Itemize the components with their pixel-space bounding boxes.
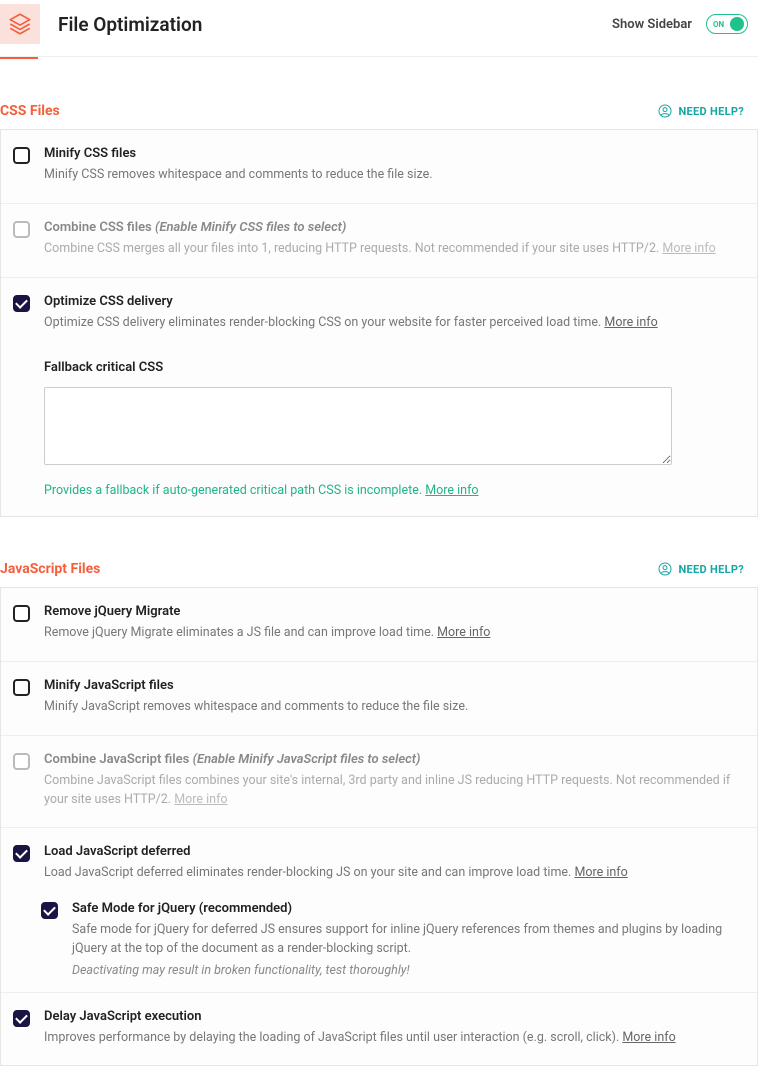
more-info-link[interactable]: More info <box>425 483 478 498</box>
checkbox-remove-jquery-migrate[interactable] <box>13 605 30 622</box>
option-desc: Combine JavaScript files combines your s… <box>44 772 743 810</box>
fallback-block: Fallback critical CSS Provides a fallbac… <box>44 360 743 498</box>
option-optimize-css: Optimize CSS delivery Optimize CSS deliv… <box>1 278 757 517</box>
section-head-css: CSS Files NEED HELP? <box>0 103 758 119</box>
option-desc-text: Improves performance by delaying the loa… <box>44 1030 619 1045</box>
layers-icon <box>7 11 33 37</box>
checkbox-minify-js[interactable] <box>13 679 30 696</box>
option-hint: (Enable Minify JavaScript files to selec… <box>193 752 421 767</box>
safe-mode-warning: Deactivating may result in broken functi… <box>72 963 743 978</box>
checkbox-minify-css[interactable] <box>13 147 30 164</box>
more-info-link[interactable]: More info <box>437 625 490 640</box>
option-load-js-deferred: Load JavaScript deferred Load JavaScript… <box>1 828 757 883</box>
option-minify-js: Minify JavaScript files Minify JavaScrip… <box>1 662 757 736</box>
toggle-on-text: ON <box>713 20 724 29</box>
fallback-critical-css-input[interactable] <box>44 387 672 465</box>
fallback-note: Provides a fallback if auto-generated cr… <box>44 483 743 498</box>
css-panel: Minify CSS files Minify CSS removes whit… <box>0 129 758 517</box>
option-title: Minify JavaScript files <box>44 678 743 693</box>
section-head-js: JavaScript Files NEED HELP? <box>0 561 758 577</box>
option-desc: Load JavaScript deferred eliminates rend… <box>44 864 743 883</box>
app-logo <box>0 4 40 44</box>
option-title-text: Combine JavaScript files <box>44 752 189 767</box>
page-header: File Optimization Show Sidebar ON <box>0 0 758 57</box>
option-desc-text: Optimize CSS delivery eliminates render-… <box>44 315 601 330</box>
option-safe-mode-jquery: Safe Mode for jQuery (recommended) Safe … <box>1 883 757 993</box>
option-title: Load JavaScript deferred <box>44 844 743 859</box>
need-help-js[interactable]: NEED HELP? <box>657 561 745 577</box>
header-right: Show Sidebar ON <box>612 14 748 34</box>
more-info-link[interactable]: More info <box>174 792 227 807</box>
help-icon <box>657 561 673 577</box>
fallback-label: Fallback critical CSS <box>44 360 743 375</box>
option-hint: (Enable Minify CSS files to select) <box>155 220 346 235</box>
more-info-link[interactable]: More info <box>622 1030 675 1045</box>
option-desc: Improves performance by delaying the loa… <box>44 1029 743 1048</box>
more-info-link[interactable]: More info <box>662 241 715 256</box>
option-title: Combine JavaScript files (Enable Minify … <box>44 752 743 767</box>
option-title-text: Combine CSS files <box>44 220 152 235</box>
option-remove-jquery-migrate: Remove jQuery Migrate Remove jQuery Migr… <box>1 588 757 662</box>
show-sidebar-toggle[interactable]: ON <box>706 14 748 34</box>
help-icon <box>657 103 673 119</box>
show-sidebar-label: Show Sidebar <box>612 17 692 32</box>
checkbox-combine-css <box>13 221 30 238</box>
fallback-note-text: Provides a fallback if auto-generated cr… <box>44 483 422 498</box>
option-desc-text: Load JavaScript deferred eliminates rend… <box>44 865 571 880</box>
option-combine-js: Combine JavaScript files (Enable Minify … <box>1 736 757 829</box>
option-title: Minify CSS files <box>44 146 743 161</box>
option-title: Delay JavaScript execution <box>44 1009 743 1024</box>
page-title: File Optimization <box>58 13 202 36</box>
toggle-knob <box>730 17 744 31</box>
more-info-link[interactable]: More info <box>604 315 657 330</box>
option-desc: Remove jQuery Migrate eliminates a JS fi… <box>44 624 743 643</box>
more-info-link[interactable]: More info <box>574 865 627 880</box>
option-title: Remove jQuery Migrate <box>44 604 743 619</box>
option-title: Optimize CSS delivery <box>44 294 743 309</box>
section-title-css: CSS Files <box>0 103 60 119</box>
option-desc: Safe mode for jQuery for deferred JS ens… <box>72 921 743 959</box>
option-desc: Combine CSS merges all your files into 1… <box>44 240 743 259</box>
need-help-label: NEED HELP? <box>679 105 745 118</box>
option-combine-css: Combine CSS files (Enable Minify CSS fil… <box>1 204 757 278</box>
checkbox-combine-js <box>13 753 30 770</box>
checkbox-load-js-deferred[interactable] <box>13 845 30 862</box>
header-left: File Optimization <box>0 4 202 44</box>
option-title: Combine CSS files (Enable Minify CSS fil… <box>44 220 743 235</box>
active-tab-indicator <box>0 57 38 59</box>
option-desc: Optimize CSS delivery eliminates render-… <box>44 314 743 333</box>
section-title-js: JavaScript Files <box>0 561 100 577</box>
option-desc: Minify JavaScript removes whitespace and… <box>44 698 743 717</box>
js-panel: Remove jQuery Migrate Remove jQuery Migr… <box>0 587 758 1066</box>
need-help-label: NEED HELP? <box>679 563 745 576</box>
option-minify-css: Minify CSS files Minify CSS removes whit… <box>1 130 757 204</box>
option-desc-text: Remove jQuery Migrate eliminates a JS fi… <box>44 625 434 640</box>
option-desc-text: Combine JavaScript files combines your s… <box>44 773 730 807</box>
checkbox-optimize-css[interactable] <box>13 295 30 312</box>
option-desc: Minify CSS removes whitespace and commen… <box>44 166 743 185</box>
need-help-css[interactable]: NEED HELP? <box>657 103 745 119</box>
option-delay-js: Delay JavaScript execution Improves perf… <box>1 993 757 1066</box>
checkbox-safe-mode-jquery[interactable] <box>41 902 58 919</box>
option-desc-text: Combine CSS merges all your files into 1… <box>44 241 659 256</box>
option-title: Safe Mode for jQuery (recommended) <box>72 901 743 916</box>
